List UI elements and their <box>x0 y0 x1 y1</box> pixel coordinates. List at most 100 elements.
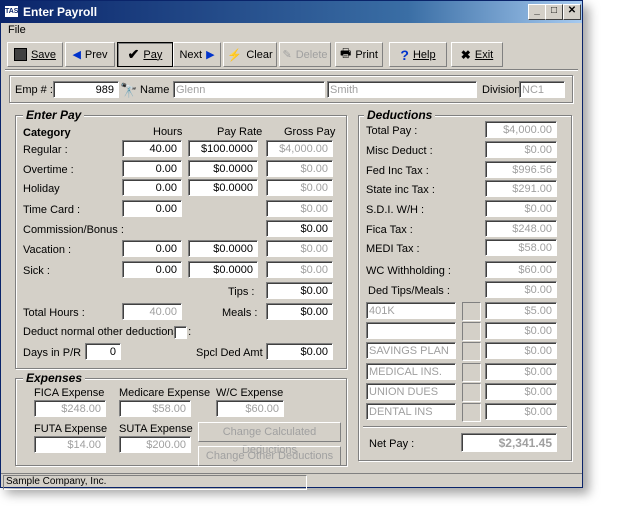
checkmark-icon: ✔ <box>127 46 140 62</box>
last-name-field[interactable]: Smith <box>327 81 477 98</box>
maximize-button[interactable]: □ <box>545 4 563 20</box>
sick-label: Sick : <box>23 265 50 277</box>
deductions-title: Deductions <box>364 108 436 122</box>
division-field[interactable]: NC1 <box>519 81 565 98</box>
emp-number-field[interactable]: 989 <box>53 81 119 98</box>
minimize-button[interactable]: _ <box>528 4 546 20</box>
regular-label: Regular : <box>23 144 68 156</box>
other-ded-code-1 <box>462 302 481 321</box>
save-icon <box>13 48 27 61</box>
total-hours-label: Total Hours : <box>23 307 85 319</box>
status-bar: Sample Company, Inc. <box>1 473 582 490</box>
change-other-deductions-button[interactable]: Change Other Deductions <box>198 446 341 466</box>
fed-inc-tax-label: Fed Inc Tax : <box>366 165 429 177</box>
futa-expense-label: FUTA Expense <box>34 423 108 435</box>
hours-header: Hours <box>153 126 183 138</box>
other-ded-code-2 <box>462 322 481 341</box>
window-title: Enter Payroll <box>23 5 98 19</box>
emp-label: Emp # : <box>15 84 53 96</box>
commission-gross-field[interactable]: $0.00 <box>266 220 333 237</box>
change-calculated-deductions-button[interactable]: Change Calculated Deductions <box>198 422 341 456</box>
name-label: Name : <box>140 84 176 96</box>
commission-label: Commission/Bonus : <box>23 224 124 236</box>
pay-rate-header: Pay Rate <box>217 126 263 138</box>
total-pay-field: $4,000.00 <box>485 121 557 138</box>
total-hours-field: 40.00 <box>122 303 182 320</box>
other-ded-value-2: $0.00 <box>485 322 557 339</box>
medi-tax-field: $58.00 <box>485 239 557 256</box>
state-inc-tax-label: State inc Tax : <box>366 184 435 196</box>
holiday-gross-field: $0.00 <box>266 179 333 196</box>
meals-field[interactable]: $0.00 <box>266 303 333 320</box>
spcl-ded-amt-field[interactable]: $0.00 <box>266 343 333 360</box>
menu-bar: File <box>1 23 582 39</box>
printer-icon: 🖶 <box>340 46 352 60</box>
suta-expense-label: SUTA Expense <box>119 423 193 435</box>
sdi-wh-label: S.D.I. W/H : <box>366 204 425 216</box>
toolbar: Save ◀ Prev ✔ Pay Next ▶ ⚡ Clear ✎ Delet… <box>3 41 582 67</box>
days-in-pr-field[interactable]: 0 <box>85 343 121 360</box>
deduct-normal-checkbox[interactable] <box>174 326 187 339</box>
holiday-hours-field[interactable]: 0.00 <box>122 179 182 196</box>
eraser-icon: ✎ <box>282 49 292 61</box>
fica-expense-label: FICA Expense <box>34 387 105 399</box>
overtime-hours-field[interactable]: 0.00 <box>122 160 182 177</box>
expenses-title: Expenses <box>23 371 86 385</box>
days-in-pr-label: Days in P/R : <box>23 347 88 359</box>
tips-label: Tips : <box>228 286 255 298</box>
save-button[interactable]: Save <box>7 42 63 67</box>
net-pay-divider <box>363 426 567 428</box>
next-button[interactable]: Next ▶ <box>173 42 221 67</box>
gross-pay-header: Gross Pay <box>284 126 336 138</box>
vacation-label: Vacation : <box>23 244 72 256</box>
question-icon: ? <box>400 46 409 63</box>
print-button[interactable]: 🖶 Print <box>335 42 383 67</box>
help-button[interactable]: ? Help <box>389 42 447 67</box>
binoculars-icon[interactable]: 🔭 <box>120 82 137 99</box>
vacation-hours-field[interactable]: 0.00 <box>122 240 182 257</box>
overtime-rate-field[interactable]: $0.0000 <box>188 160 258 177</box>
clear-button[interactable]: ⚡ Clear <box>223 42 277 67</box>
pay-button[interactable]: ✔ Pay <box>117 42 173 67</box>
tips-field[interactable]: $0.00 <box>266 282 333 299</box>
other-ded-name-1: 401K <box>366 302 456 319</box>
net-pay-field: $2,341.45 <box>461 433 557 452</box>
first-name-field[interactable]: Glenn <box>173 81 325 98</box>
left-arrow-icon: ◀ <box>72 49 81 61</box>
total-pay-label: Total Pay : <box>366 125 418 137</box>
sick-hours-field[interactable]: 0.00 <box>122 261 182 278</box>
close-button[interactable]: ✕ <box>563 4 581 20</box>
right-arrow-icon: ▶ <box>206 49 215 61</box>
delete-button[interactable]: ✎ Delete <box>279 42 331 67</box>
ded-tips-meals-field: $0.00 <box>485 281 557 298</box>
vacation-rate-field[interactable]: $0.0000 <box>188 240 258 257</box>
time-card-label: Time Card : <box>23 204 81 216</box>
category-header: Category <box>23 127 71 139</box>
broom-icon: ⚡ <box>227 47 243 62</box>
other-ded-code-3 <box>462 342 481 361</box>
regular-hours-field[interactable]: 40.00 <box>122 140 182 157</box>
prev-button[interactable]: ◀ Prev <box>65 42 115 67</box>
company-status: Sample Company, Inc. <box>3 475 307 490</box>
spcl-ded-amt-label: Spcl Ded Amt : <box>196 347 269 359</box>
other-ded-value-1: $5.00 <box>485 302 557 319</box>
wc-withholding-field: $60.00 <box>485 261 557 278</box>
menu-file[interactable]: File <box>8 24 26 36</box>
state-inc-tax-field: $291.00 <box>485 180 557 197</box>
holiday-rate-field[interactable]: $0.0000 <box>188 179 258 196</box>
holiday-label: Holiday <box>23 183 60 195</box>
fica-tax-label: Fica Tax : <box>366 224 413 236</box>
title-bar[interactable]: TAS Enter Payroll _ □ ✕ <box>1 1 582 23</box>
exit-button[interactable]: ✖ Exit <box>451 42 503 67</box>
suta-expense-field: $200.00 <box>119 436 191 453</box>
ded-tips-meals-label: Ded Tips/Meals : <box>368 285 450 297</box>
sick-rate-field[interactable]: $0.0000 <box>188 261 258 278</box>
other-ded-code-5 <box>462 383 481 402</box>
vacation-gross-field: $0.00 <box>266 240 333 257</box>
time-card-hours-field[interactable]: 0.00 <box>122 200 182 217</box>
x-icon: ✖ <box>460 47 471 62</box>
regular-rate-field[interactable]: $100.0000 <box>188 140 258 157</box>
toolbar-divider <box>5 69 578 71</box>
fed-inc-tax-field: $996.56 <box>485 161 557 178</box>
futa-expense-field: $14.00 <box>34 436 106 453</box>
